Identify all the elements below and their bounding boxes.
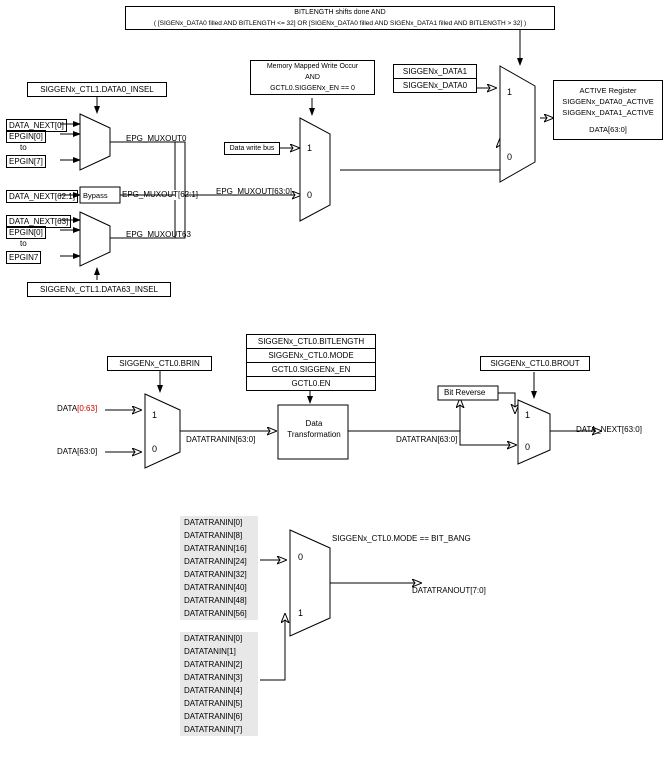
svg-text:0: 0 xyxy=(525,442,530,452)
svg-text:1: 1 xyxy=(507,87,512,97)
ep0: EPGIN[0] xyxy=(6,130,46,143)
active-reg: ACTIVE Register SIGGENx_DATA0_ACTIVE SIG… xyxy=(553,80,663,140)
datatran: DATATRAN[63:0] xyxy=(396,435,457,444)
emo62: EPG_MUXOUT[62:1] xyxy=(122,190,198,199)
svg-text:0: 0 xyxy=(298,552,303,562)
cond-line2: ( [SIGENx_DATA0 filled AND BITLENGTH <= … xyxy=(126,18,554,29)
ctl1-data0: SIGGENx_CTL1.DATA0_INSEL xyxy=(27,82,167,97)
bot-cond: SIGGENx_CTL0.MODE == BIT_BANG xyxy=(332,534,471,543)
emo-bus: EPG_MUXOUT[63:0] xyxy=(216,187,292,196)
mem3: GCTL0.SIGGENx_EN == 0 xyxy=(251,83,374,94)
cond-box: BITLENGTH shifts done AND ( [SIGENx_DATA… xyxy=(125,6,555,30)
svg-text:0: 0 xyxy=(507,152,512,162)
data-write-bus: Data write bus xyxy=(224,142,280,155)
d1: SIGGENx_DATA1 xyxy=(394,65,476,79)
memwrite-box: Memory Mapped Write Occur AND GCTL0.SIGG… xyxy=(250,60,375,95)
active-r2: SIGGENx_DATA1_ACTIVE xyxy=(556,107,660,118)
bot-list-b: DATATRANIN[0] DATATANIN[1] DATATRANIN[2]… xyxy=(180,632,258,736)
bot-out: DATATRANOUT[7:0] xyxy=(412,586,486,595)
to1: to xyxy=(20,143,27,152)
active-title: ACTIVE Register xyxy=(556,85,660,96)
svg-text:1: 1 xyxy=(525,410,530,420)
bypass: Bypass xyxy=(83,191,108,200)
active-r3: DATA[63:0] xyxy=(556,124,660,135)
active-r1: SIGGENx_DATA0_ACTIVE xyxy=(556,96,660,107)
svg-text:1: 1 xyxy=(307,143,312,153)
data-transform: DataTransformation xyxy=(286,418,342,440)
bot-list-a: DATATRANIN[0] DATATRANIN[8] DATATRANIN[1… xyxy=(180,516,258,620)
emo63: EPG_MUXOUT63 xyxy=(126,230,191,239)
ctl0brout: SIGGENx_CTL0.BROUT xyxy=(480,356,590,371)
dn62: DATA_NEXT[62:1] xyxy=(6,190,78,203)
svg-text:0: 0 xyxy=(307,190,312,200)
svg-text:1: 1 xyxy=(152,410,157,420)
ep0b: EPGIN[0] xyxy=(6,226,46,239)
cond-line1: BITLENGTH shifts done AND xyxy=(126,7,554,18)
params-box: SIGGENx_CTL0.BITLENGTH SIGGENx_CTL0.MODE… xyxy=(246,334,376,391)
mem1: Memory Mapped Write Occur xyxy=(251,61,374,72)
emo0: EPG_MUXOUT0 xyxy=(126,134,186,143)
dn-out: DATA_NEXT[63:0] xyxy=(576,425,642,434)
data-fwd: DATA[63:0] xyxy=(57,447,97,456)
ep7: EPGIN[7] xyxy=(6,155,46,168)
ep7b: EPGIN7 xyxy=(6,251,41,264)
bitrev: Bit Reverse xyxy=(444,388,485,397)
ctl0brin: SIGGENx_CTL0.BRIN xyxy=(107,356,212,371)
data-regs: SIGGENx_DATA1 SIGGENx_DATA0 xyxy=(393,64,477,93)
d0: SIGGENx_DATA0 xyxy=(394,79,476,92)
to2: to xyxy=(20,239,27,248)
data-rev: DATA[0:63] xyxy=(57,404,97,413)
svg-text:0: 0 xyxy=(152,444,157,454)
svg-text:1: 1 xyxy=(298,608,303,618)
tranin: DATATRANIN[63:0] xyxy=(186,435,255,444)
ctl1-data63: SIGGENx_CTL1.DATA63_INSEL xyxy=(27,282,171,297)
mem2: AND xyxy=(251,72,374,83)
